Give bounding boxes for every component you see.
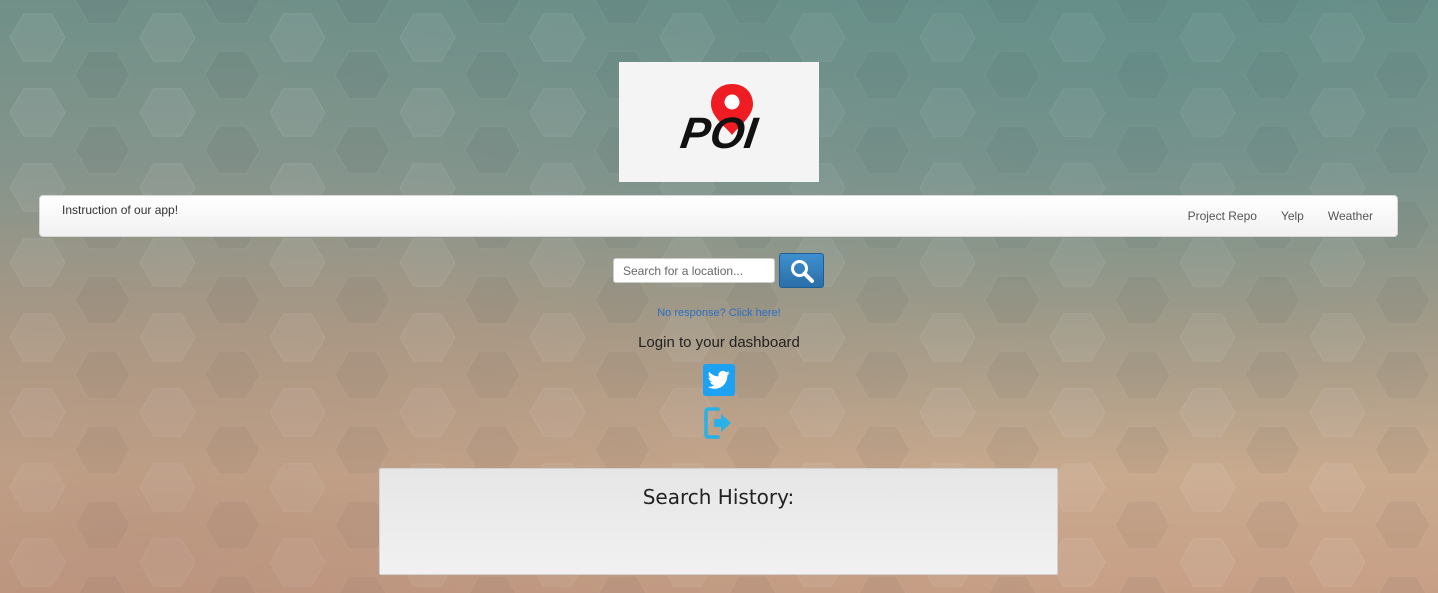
location-search-input[interactable] [613,258,775,283]
twitter-login-button[interactable] [703,364,735,396]
login-prompt: Login to your dashboard [638,334,800,351]
sign-out-icon [704,407,731,439]
search-button[interactable] [779,253,824,288]
logout-button[interactable] [704,406,734,440]
poi-logo: POI [619,62,819,182]
no-response-link[interactable]: No response? Click here! [0,307,1438,319]
nav-link-yelp[interactable]: Yelp [1281,209,1304,223]
nav-link-project-repo[interactable]: Project Repo [1188,209,1257,223]
nav-link-weather[interactable]: Weather [1328,209,1373,223]
twitter-icon [708,370,730,389]
search-history-panel: Search History: [379,468,1058,575]
app-instructions-link[interactable]: Instruction of our app! [62,203,178,217]
navbar-links: Project Repo Yelp Weather [1188,209,1373,223]
logo-text: POI [678,109,762,158]
search-history-title: Search History: [642,485,795,509]
top-navbar: Instruction of our app! Project Repo Yel… [39,195,1398,237]
search-icon [790,259,814,283]
